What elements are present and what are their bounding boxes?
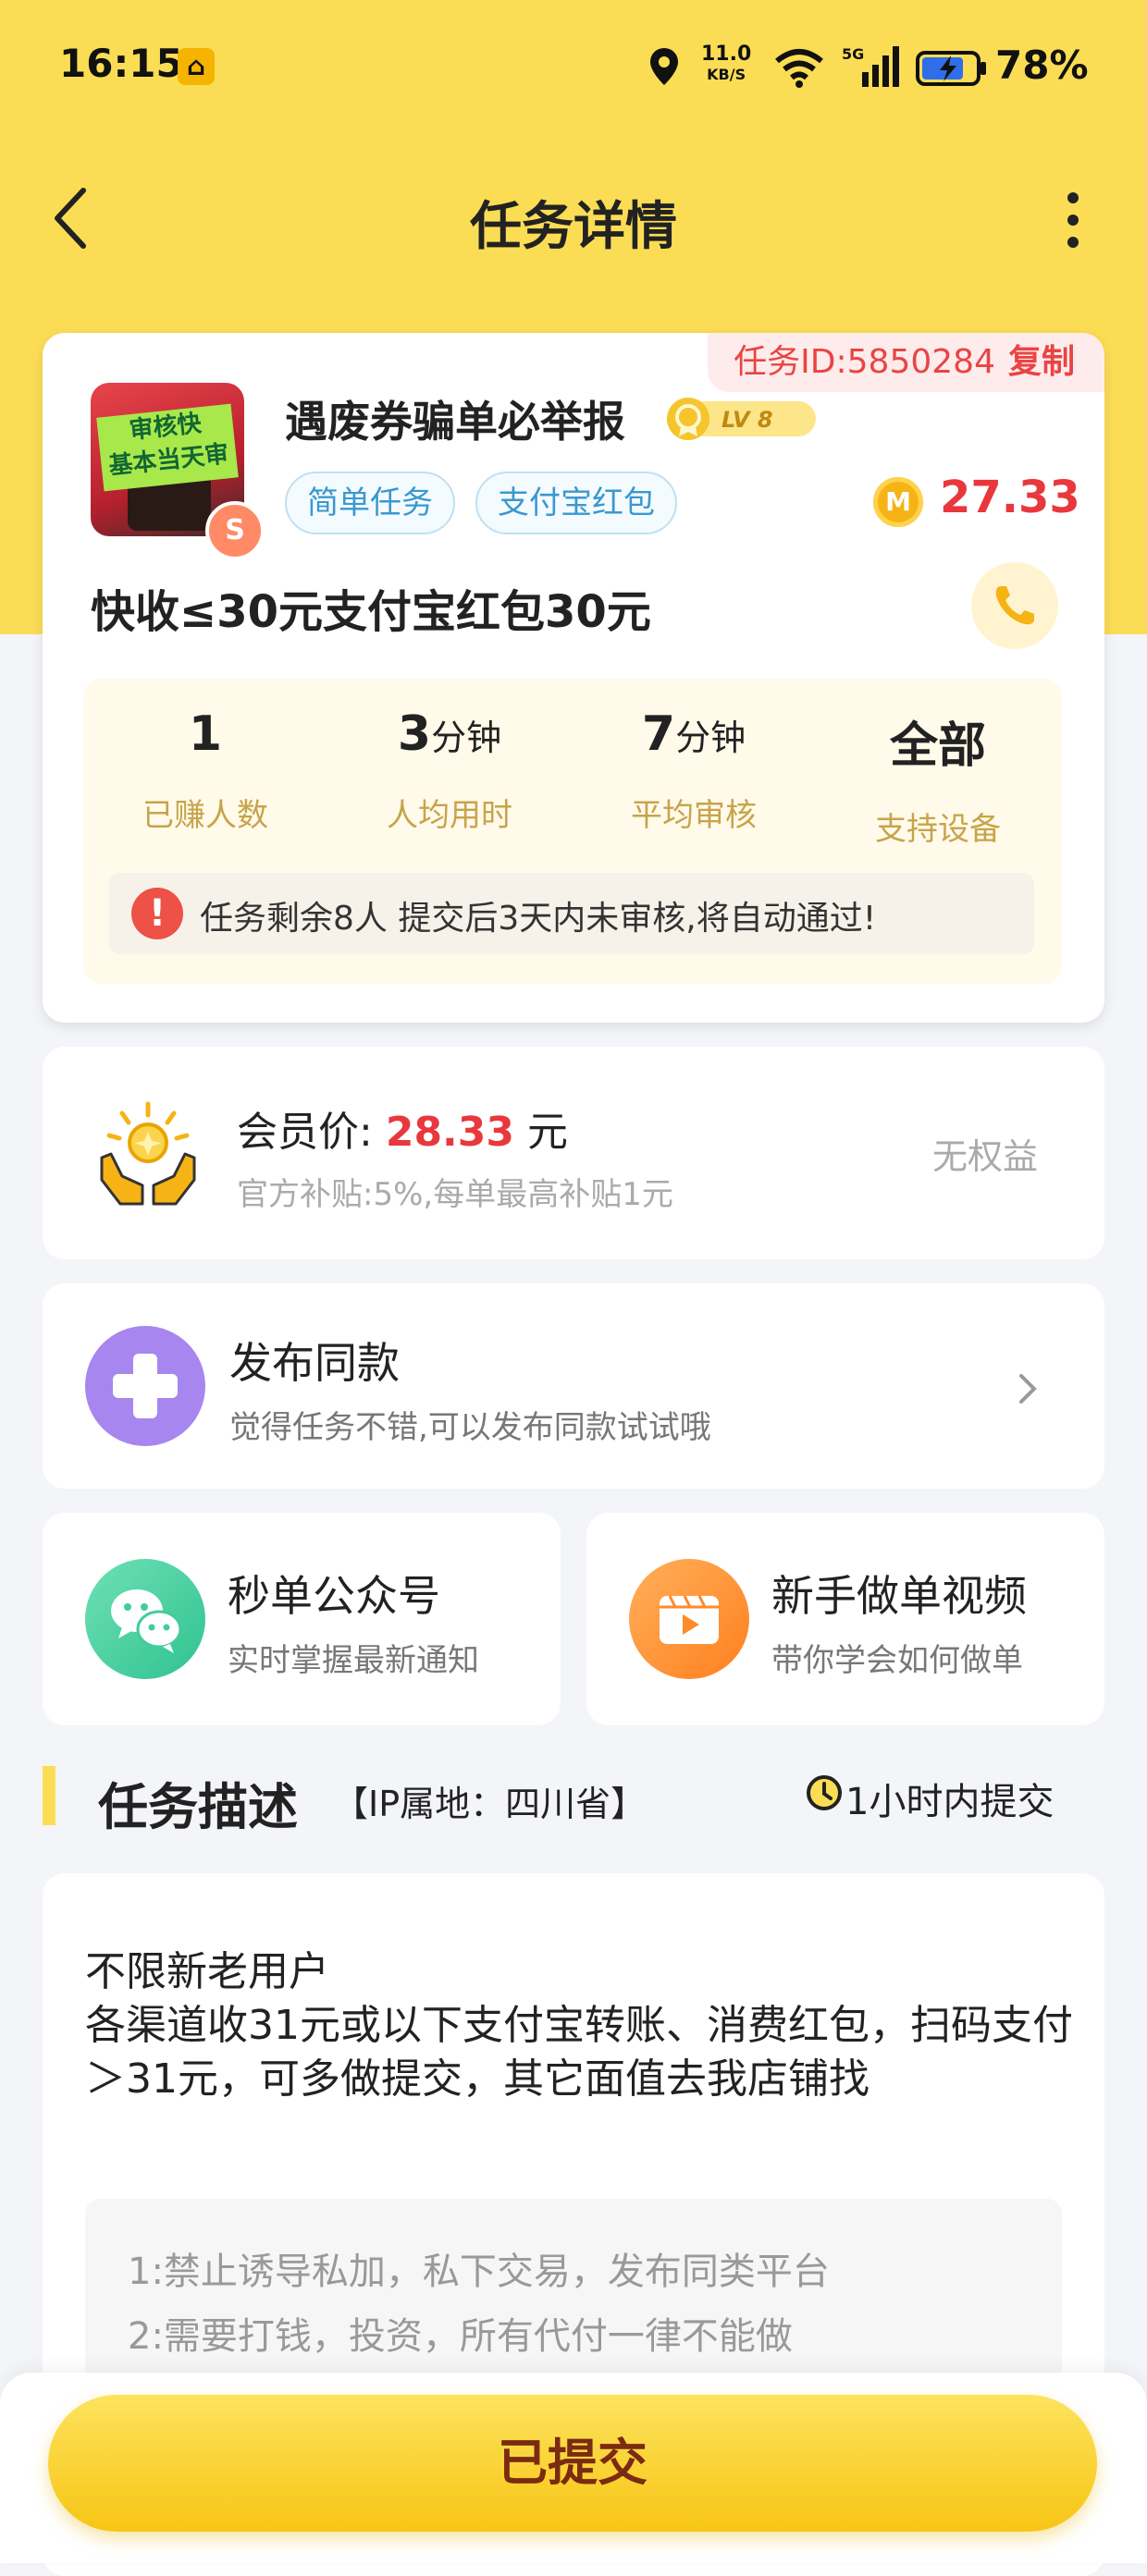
- signal-icon: 5G: [842, 45, 899, 87]
- task-id-badge: 任务ID:5850284 复制: [708, 333, 1104, 392]
- status-bar: 16:15 ⌂ 11.0 KB/S 5G 78%: [0, 0, 1147, 139]
- chevron-right-icon: [1019, 1374, 1037, 1404]
- stat-devices-value: 全部: [889, 718, 986, 774]
- task-subtitle: 快收≤30元支付宝红包30元: [91, 586, 651, 638]
- publish-subtitle: 觉得任务不错,可以发布同款试试哦: [229, 1409, 711, 1446]
- copy-button[interactable]: 复制: [1008, 343, 1075, 381]
- battery-percent: 78%: [995, 43, 1089, 88]
- tutorial-video-card[interactable]: 新手做单视频 带你学会如何做单: [586, 1513, 1104, 1725]
- plus-icon: [85, 1326, 205, 1446]
- notice-text: 任务剩余8人 提交后3天内未审核,将自动通过!: [200, 900, 877, 938]
- notification-app-icon: ⌂: [178, 48, 215, 85]
- net-speed: 11.0 KB/S: [701, 44, 751, 85]
- warning-icon: !: [131, 888, 183, 939]
- wechat-account-card[interactable]: 秒单公众号 实时掌握最新通知: [43, 1513, 561, 1725]
- stat-earned-label: 已赚人数: [142, 797, 268, 834]
- stat-earned: 1 已赚人数: [83, 706, 327, 835]
- level-badge: LV 8: [667, 398, 816, 440]
- level-text: LV 8: [722, 407, 773, 433]
- status-time: 16:15: [59, 41, 183, 86]
- task-notice: ! 任务剩余8人 提交后3天内未审核,将自动通过!: [109, 873, 1034, 954]
- stat-earned-value: 1: [188, 706, 223, 762]
- reward-amount: 27.33: [940, 472, 1080, 523]
- member-benefit-status: 无权益: [931, 1136, 1038, 1177]
- task-id: 任务ID:5850284: [734, 343, 995, 381]
- member-price: 会员价: 28.33 元: [237, 1098, 568, 1158]
- phone-icon: [995, 586, 1034, 625]
- task-stats: 1 已赚人数 3分钟 人均用时 7分钟 平均审核 全部 支持设备 ! 任务剩余8…: [83, 679, 1062, 984]
- video-title: 新手做单视频: [771, 1571, 1027, 1621]
- phone-button[interactable]: [971, 562, 1058, 649]
- description-text: 不限新老用户 各渠道收31元或以下支付宝转账、消费红包，扫码支付＞31元，可多做…: [85, 1948, 1073, 2103]
- video-subtitle: 带你学会如何做单: [771, 1642, 1023, 1679]
- signal-type-label: 5G: [842, 45, 864, 63]
- member-subsidy: 官方补贴:5%,每单最高补贴1元: [237, 1176, 673, 1213]
- battery-icon: [916, 51, 986, 86]
- stat-avg-review-unit: 分钟: [675, 718, 746, 758]
- member-price-prefix: 会员价:: [237, 1109, 373, 1156]
- stat-avg-time: 3分钟 人均用时: [327, 706, 572, 835]
- task-card: 任务ID:5850284 复制 审核快 基本当天审 S 遇废券骗单必举报 LV 8…: [43, 333, 1104, 1023]
- hands-sun-icon: [100, 1101, 196, 1206]
- member-price-unit: 元: [527, 1109, 569, 1156]
- shield-badge-icon: S: [205, 501, 265, 560]
- submitted-button[interactable]: 已提交: [48, 2395, 1097, 2532]
- more-vertical-icon[interactable]: [1054, 189, 1092, 251]
- publish-same-card[interactable]: 发布同款 觉得任务不错,可以发布同款试试哦: [43, 1283, 1104, 1489]
- stat-avg-review-label: 平均审核: [631, 797, 757, 834]
- wechat-icon: [85, 1559, 205, 1679]
- net-speed-unit: KB/S: [707, 66, 746, 83]
- location-icon: [650, 48, 678, 85]
- net-speed-value: 11.0: [701, 43, 752, 66]
- tag-simple-task: 简单任务: [285, 472, 455, 534]
- stat-devices: 全部 支持设备: [816, 706, 1060, 849]
- section-title: 任务描述: [98, 1778, 298, 1836]
- stat-devices-label: 支持设备: [875, 811, 1001, 848]
- stat-avg-time-label: 人均用时: [387, 797, 512, 834]
- member-price-value: 28.33: [385, 1109, 515, 1156]
- rule-item: 2:需要打钱，投资，所有代付一律不能做: [128, 2315, 793, 2358]
- stat-avg-review: 7分钟 平均审核: [572, 706, 816, 835]
- thumbnail-sign: 审核快 基本当天审: [96, 403, 239, 492]
- wechat-title: 秒单公众号: [228, 1571, 440, 1621]
- stat-avg-review-value: 7: [641, 706, 676, 762]
- task-name: 遇废券骗单必举报: [285, 397, 625, 447]
- tag-alipay-red-packet: 支付宝红包: [475, 472, 677, 534]
- submit-deadline: 1小时内提交: [845, 1781, 1054, 1823]
- coin-icon: M: [873, 477, 923, 527]
- clock-icon: [807, 1775, 842, 1810]
- member-price-card[interactable]: 会员价: 28.33 元 官方补贴:5%,每单最高补贴1元 无权益: [43, 1047, 1104, 1259]
- wifi-icon: [775, 49, 823, 88]
- stat-avg-time-value: 3: [397, 706, 432, 762]
- video-icon: [629, 1559, 749, 1679]
- stat-avg-time-unit: 分钟: [431, 718, 502, 758]
- wechat-subtitle: 实时掌握最新通知: [228, 1642, 479, 1679]
- section-accent-bar: [43, 1766, 56, 1825]
- rule-item: 1:禁止诱导私加，私下交易，发布同类平台: [128, 2251, 830, 2293]
- page-title: 任务详情: [470, 197, 677, 257]
- ip-location: 【IP属地：四川省】: [333, 1784, 647, 1824]
- publish-title: 发布同款: [229, 1338, 400, 1388]
